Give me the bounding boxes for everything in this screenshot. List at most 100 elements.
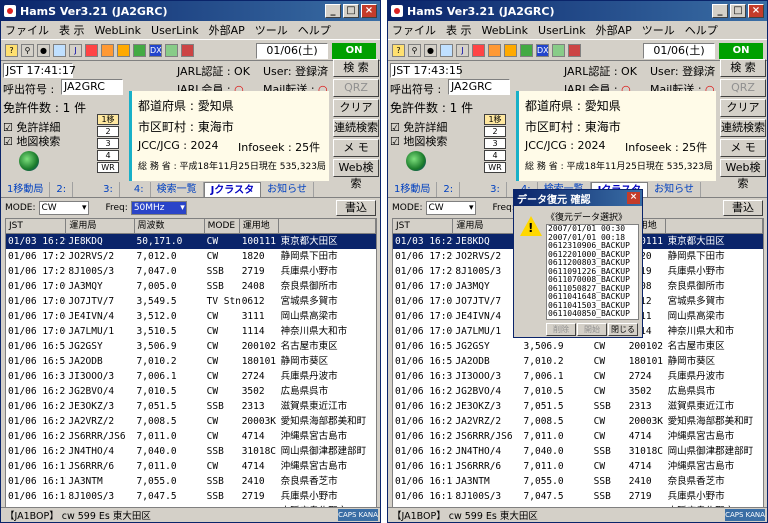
mode-select[interactable]: CW <box>425 201 476 215</box>
menu-file[interactable]: ファイル <box>5 22 49 38</box>
tab-j-cluster[interactable]: Jクラスタ <box>203 182 262 197</box>
menu-help[interactable]: ヘルプ <box>685 22 718 38</box>
help-icon[interactable]: ? <box>392 43 405 57</box>
table-row[interactable]: 01/06 16:22 JE3OKZ/3 7,051.5 SSB 2313 滋賀県東近江市 <box>393 399 763 414</box>
dialog-close-icon[interactable]: × <box>627 192 640 204</box>
table-row[interactable]: 01/06 17:208J100S/3 7,047.0 SSB 2719 兵庫県小野市 <box>6 264 376 279</box>
menu-view[interactable]: 表 示 <box>446 22 472 38</box>
qrz-button[interactable]: QRZ <box>333 79 379 97</box>
web-search-button[interactable]: Web検索 <box>333 159 379 190</box>
dialog-close-button[interactable]: 閉じる <box>608 323 638 336</box>
maximize-button[interactable]: □ <box>343 4 359 18</box>
globe-icon[interactable] <box>133 43 146 57</box>
dialog-title-bar[interactable]: データ復元 確認 × <box>514 190 642 206</box>
menu-userlink[interactable]: UserLink <box>538 24 586 37</box>
qrz-button[interactable]: QRZ <box>720 79 766 97</box>
net-icon[interactable] <box>181 43 194 57</box>
table-row[interactable]: 01/06 16:55 JG2GSY 3,506.9 CW 200102 名古屋市東区 <box>393 339 763 354</box>
start-button[interactable]: 開始 <box>577 323 607 336</box>
col-mode[interactable]: MODE <box>205 219 240 233</box>
checkbox-icon[interactable]: ☑ <box>390 135 400 148</box>
col-freq[interactable]: 周波数 <box>135 219 205 233</box>
band-4[interactable]: 4 <box>484 150 506 161</box>
tab-2[interactable]: 2: <box>437 182 461 197</box>
band-wr[interactable]: WR <box>484 162 506 173</box>
orange-icon[interactable] <box>101 43 114 57</box>
band-3[interactable]: 3 <box>97 138 119 149</box>
col-location[interactable]: 運用地 <box>240 219 279 233</box>
search-icon[interactable]: ⚲ <box>21 43 34 57</box>
help-icon[interactable]: ? <box>5 43 18 57</box>
table-row[interactable]: 01/06 16:20 JN4THO/4 7,040.0 SSB 31018C 岡山県御津… <box>6 444 376 459</box>
search-button[interactable]: 検 索 <box>720 59 766 77</box>
ball-icon[interactable] <box>117 43 130 57</box>
table-row[interactable]: 01/06 16:21 JA2VRZ/2 7,008.5 CW 20003K 愛知県海部郡… <box>6 414 376 429</box>
table-row[interactable]: 01/06 16:53 JA2ODB 7,010.2 CW 180101 静岡市葵区 <box>393 354 763 369</box>
table-row[interactable]: 01/06 16:19 JS6RRR/6 7,011.0 CW 4714 沖縄県宮古島市 <box>393 459 763 474</box>
menu-file[interactable]: ファイル <box>392 22 436 38</box>
clear-button[interactable]: クリア <box>333 99 379 117</box>
menu-view[interactable]: 表 示 <box>59 22 85 38</box>
tab-3[interactable]: 3: <box>73 182 120 197</box>
close-button[interactable]: × <box>748 4 764 18</box>
checkbox-icon[interactable]: ☑ <box>3 135 13 148</box>
tab-mobile-1[interactable]: 1移動局 <box>388 182 438 197</box>
j-icon[interactable]: J <box>456 43 469 57</box>
sun-icon[interactable] <box>85 43 98 57</box>
table-row[interactable]: 01/06 16:21 JS6RRR/JS6 7,011.0 CW 4714 沖縄県宮古島… <box>393 429 763 444</box>
col-jst[interactable]: JST <box>6 219 67 233</box>
callsign-input[interactable]: JA2GRC <box>61 79 123 95</box>
table-row[interactable]: 01/06 16:17 JA3NTM 7,055.0 SSB 2410 奈良県香芝市 <box>393 474 763 489</box>
col-jst[interactable]: JST <box>393 219 454 233</box>
orange-icon[interactable] <box>488 43 501 57</box>
table-row[interactable]: 01/06 16:55 JG2GSY 3,506.9 CW 200102 名古屋市東区 <box>6 339 376 354</box>
table-row[interactable]: 01/06 17:04JE4IVN/4 3,512.0 CW 3111 岡山県高梁市 <box>6 309 376 324</box>
title-bar[interactable]: HamS Ver3.21 (JA2GRC) _ □ × <box>1 1 380 21</box>
map-checkbox[interactable]: ☑ 地図検索 <box>3 133 60 149</box>
minimize-button[interactable]: _ <box>325 4 341 18</box>
table-row[interactable]: 01/06 16:14 8J100S/3 7,047.5 SSB 2719 兵庫県小野市 <box>6 489 376 504</box>
memo-button[interactable]: メ モ <box>720 139 766 157</box>
save-button[interactable]: 書込 <box>723 200 763 216</box>
table-row[interactable]: 01/06 16:32 JI3OOO/3 7,006.1 CW 2724 兵庫県丹波市 <box>6 369 376 384</box>
sun-icon[interactable] <box>472 43 485 57</box>
map-icon[interactable] <box>552 43 565 57</box>
map-checkbox[interactable]: ☑ 地図検索 <box>390 133 447 149</box>
image-icon[interactable] <box>53 43 66 57</box>
maximize-button[interactable]: □ <box>730 4 746 18</box>
search-icon[interactable]: ⚲ <box>408 43 421 57</box>
menu-tools[interactable]: ツール <box>642 22 675 38</box>
on-indicator[interactable]: ON <box>332 43 376 59</box>
menu-tools[interactable]: ツール <box>255 22 288 38</box>
menu-external[interactable]: 外部AP <box>209 22 245 38</box>
memo-button[interactable]: メ モ <box>333 139 379 157</box>
col-place[interactable] <box>666 219 763 233</box>
band-4[interactable]: 4 <box>97 150 119 161</box>
table-row[interactable]: 01/03 16:29JE8KDQ 50,171.0 CW 100111東京都大田区 <box>6 234 376 249</box>
table-row[interactable]: 01/06 16:20 JN4THO/4 7,040.0 SSB 31018C 岡山県御津… <box>393 444 763 459</box>
menu-weblink[interactable]: WebLink <box>482 24 529 37</box>
band-1[interactable]: 1移 <box>484 114 506 125</box>
minimize-button[interactable]: _ <box>712 4 728 18</box>
table-row[interactable]: 01/06 16:22 JE3OKZ/3 7,051.5 SSB 2313 滋賀県東近江市 <box>6 399 376 414</box>
menu-weblink[interactable]: WebLink <box>95 24 142 37</box>
tab-notice[interactable]: お知らせ <box>261 182 314 197</box>
web-search-button[interactable]: Web検索 <box>720 159 766 190</box>
col-station[interactable]: 運用局 <box>453 219 522 233</box>
infoseek-count[interactable]: Infoseek : 25件 <box>238 139 320 155</box>
mode-select[interactable]: CW <box>38 201 89 215</box>
j-icon[interactable]: J <box>69 43 82 57</box>
tab-4[interactable]: 4: <box>120 182 151 197</box>
continuous-search-button[interactable]: 連続検索 <box>720 119 766 137</box>
table-row[interactable]: 01/06 16:25 JG2BVO/4 7,010.5 CW 3502 広島県呉市 <box>393 384 763 399</box>
band-2[interactable]: 2 <box>484 126 506 137</box>
user-icon[interactable]: ● <box>424 43 437 57</box>
tab-mobile-1[interactable]: 1移動局 <box>1 182 51 197</box>
table-row[interactable]: 01/06 17:00JA7LMU/1 3,510.5 CW 1114 神奈川県大和市 <box>6 324 376 339</box>
band-wr[interactable]: WR <box>97 162 119 173</box>
delete-button[interactable]: 削除 <box>546 323 576 336</box>
image-icon[interactable] <box>440 43 453 57</box>
freq-select[interactable]: 50MHz <box>130 201 187 215</box>
continuous-search-button[interactable]: 連続検索 <box>333 119 379 137</box>
table-row[interactable]: 01/06 16:53 JA2ODB 7,010.2 CW 180101 静岡市葵区 <box>6 354 376 369</box>
